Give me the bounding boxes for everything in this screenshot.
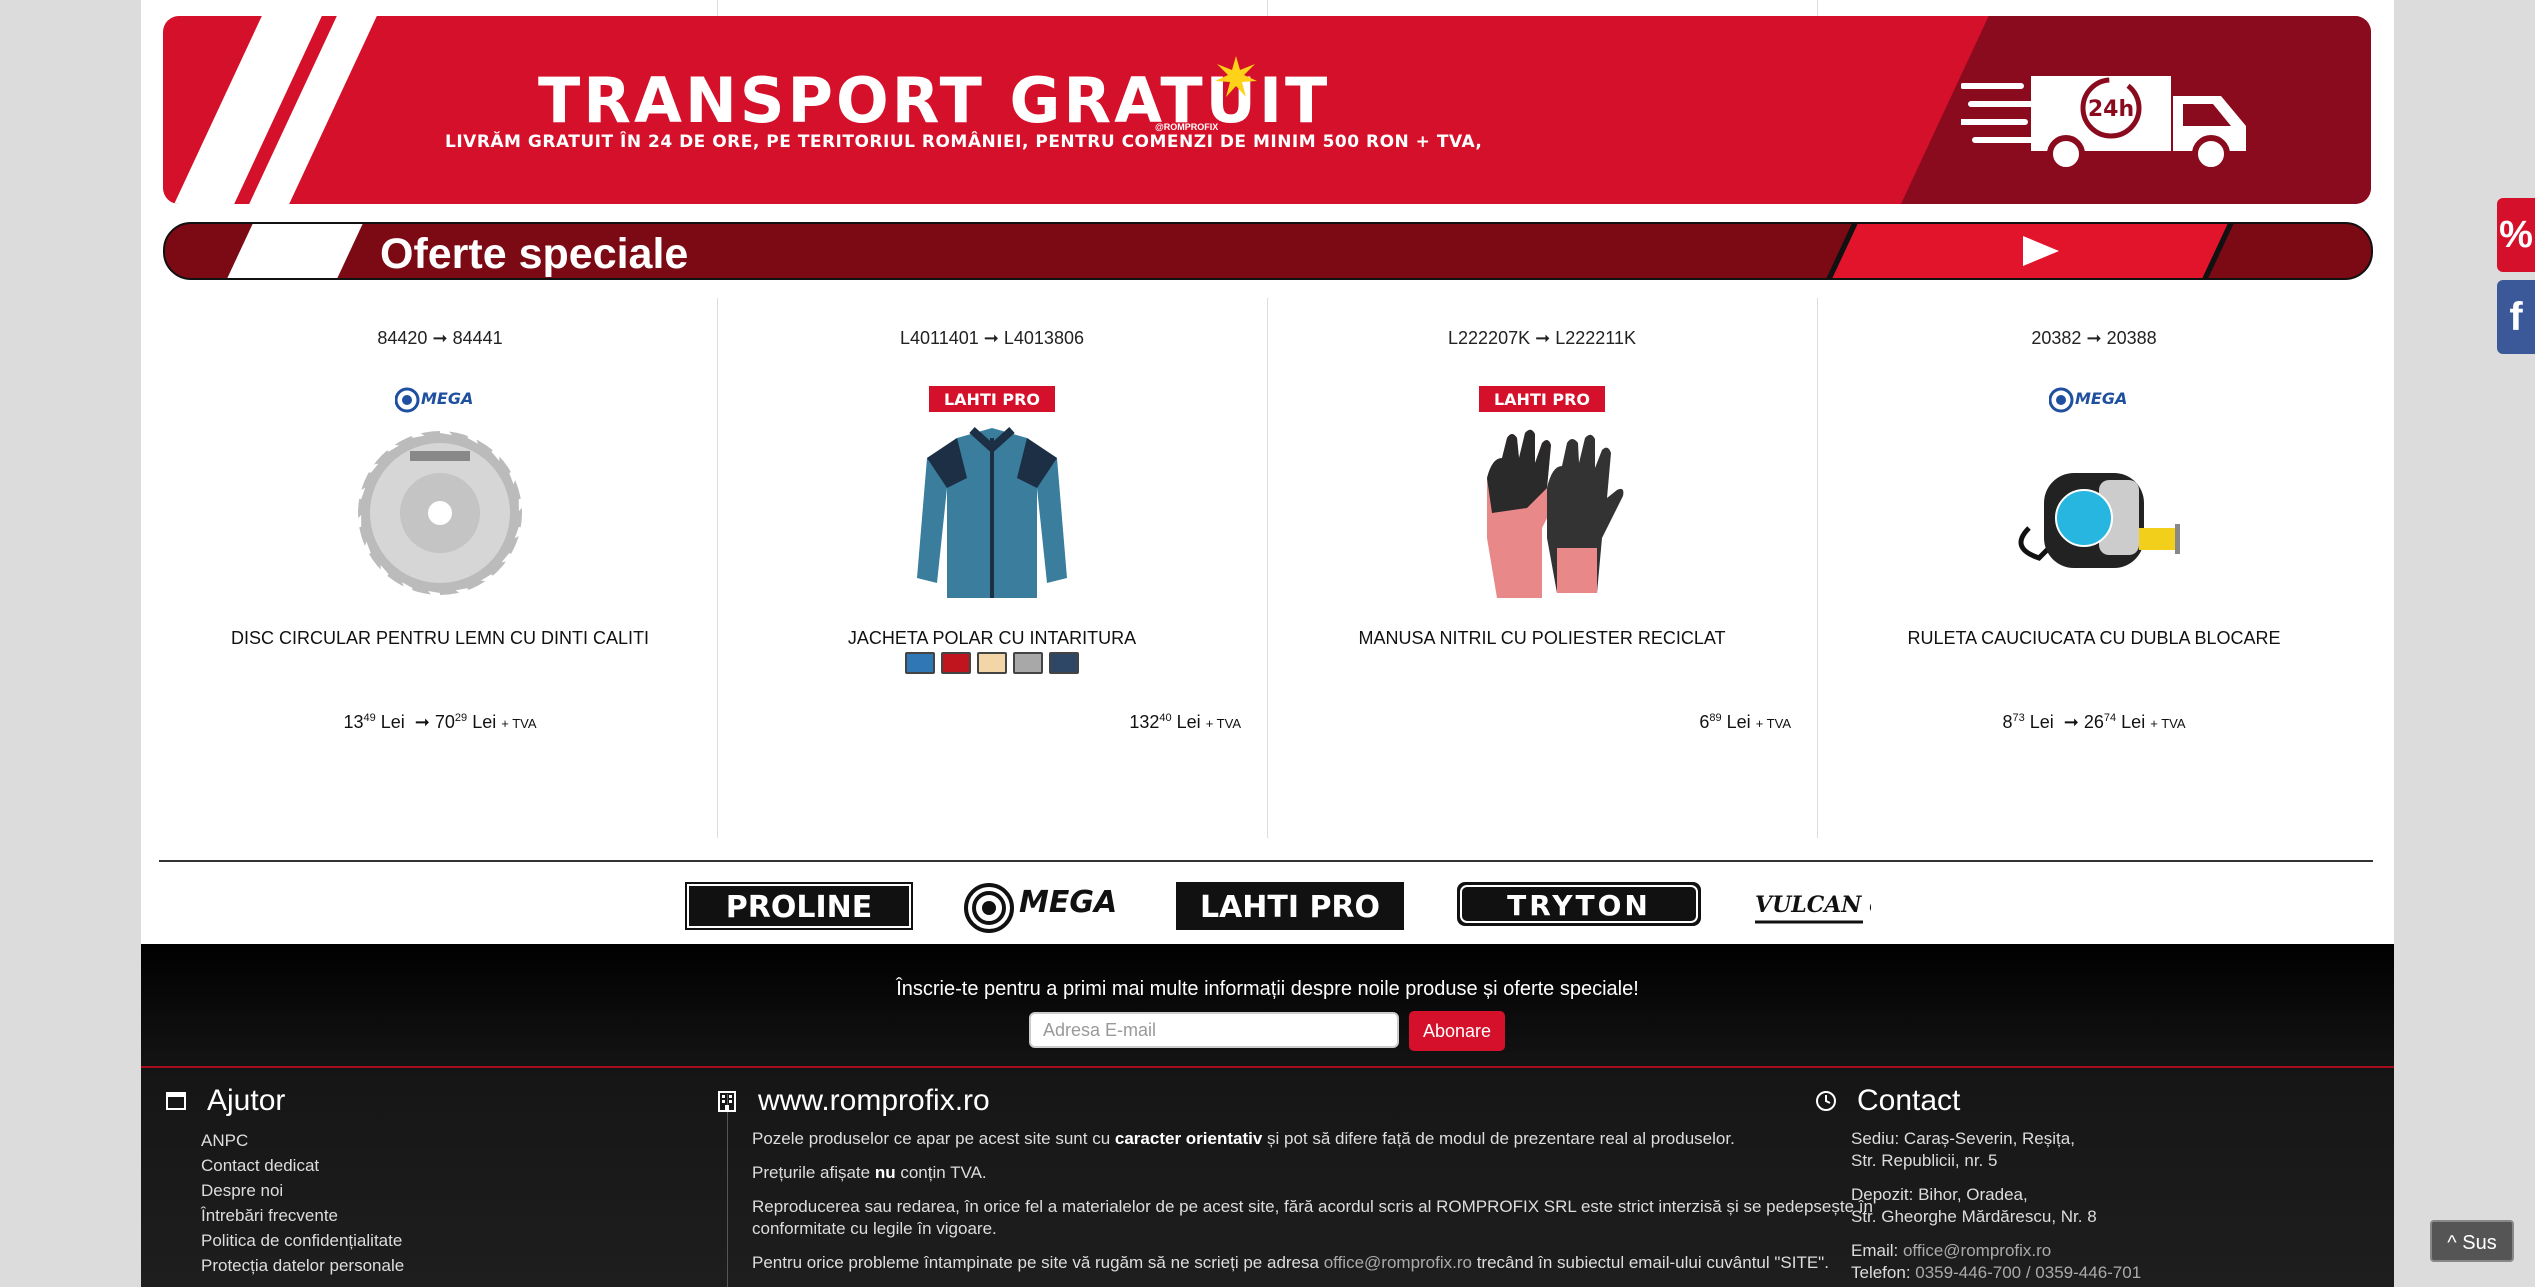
contact-phone[interactable]: 0359-446-700 / 0359-446-701 [1915,1263,2141,1282]
footer-link-contact[interactable]: Contact dedicat [201,1153,725,1178]
section-title: Oferte speciale [380,230,689,278]
header-stripe [227,224,363,278]
site-column: www.romprofix.ro Pozele produselor ce ap… [716,1084,1936,1286]
help-column: Ajutor ANPC Contact dedicat Despre noi Î… [165,1084,725,1278]
svg-text:LAHTI PRO: LAHTI PRO [1494,390,1590,409]
lahti-pro-logo: LAHTI PRO [929,386,1055,412]
banner-badge: 24h [2088,97,2134,122]
building-icon [718,1091,736,1112]
headquarters-address: Sediu: Caraș-Severin, Reșița, Str. Republ… [1851,1129,2075,1170]
color-swatch[interactable] [977,652,1007,674]
svg-text:MEGA: MEGA [2075,389,2127,408]
mega-logo: MEGA [2049,387,2127,413]
tape-measure-image [2018,473,2180,568]
color-swatch[interactable] [905,652,935,674]
newsletter-text: Înscrie-te pentru a primi mai multe info… [896,978,1639,1000]
window-icon [166,1092,186,1110]
chevron-up-icon: ^ [2447,1232,2457,1254]
svg-text:PROLINE: PROLINE [726,890,872,925]
footer: Înscrie-te pentru a primi mai multe info… [141,944,2394,1287]
lahti-pro-logo: LAHTI PRO [1479,386,1605,412]
fleece-jacket-image [917,427,1067,598]
product-name[interactable]: JACHETA POLAR CU INTARITURA [717,628,1267,649]
clock-icon [1816,1091,1836,1111]
vulcan-concept-logo[interactable]: VULCAN concept [1751,882,1871,932]
svg-text:VULCAN concept: VULCAN concept [1755,892,1871,918]
product-card[interactable]: L4011401 ➞ L4013806 LAHTI PRO JACHETA PO… [717,298,1267,838]
special-offers-header[interactable]: Oferte speciale [163,222,2373,280]
contact-email[interactable]: office@romprofix.ro [1903,1241,2051,1260]
help-title: Ajutor [207,1084,286,1117]
product-code-range: L222207K ➞ L222211K [1448,328,1636,348]
footer-link-privacy[interactable]: Politica de confidențialitate [201,1228,725,1253]
product-code-range: L4011401 ➞ L4013806 [900,328,1084,348]
lahti-pro-logo[interactable]: LAHTI PRO [1176,882,1404,930]
starburst-icon [1215,56,1257,97]
svg-text:TRYTON: TRYTON [1507,889,1651,922]
disclaimer-vat: Prețurile afișate nu conțin TVA. [752,1163,987,1182]
svg-text:MEGA: MEGA [421,389,473,408]
product-price: 13240 Lei + TVA [1129,712,1241,732]
color-swatches [717,652,1267,674]
saw-blade-image [349,421,531,605]
proline-logo[interactable]: PROLINE [685,882,913,930]
mega-logo[interactable]: MEGA [963,882,1133,934]
color-swatch[interactable] [1013,652,1043,674]
product-grid: 84420 ➞ 84441 MEGA DISC CIRCULAR PENTRU … [163,298,2371,838]
discount-tab[interactable]: % [2497,198,2535,272]
free-shipping-banner[interactable]: TRANSPORT GRATUIT @ROMPROFIX LIVRĂM GRAT… [163,16,2371,204]
svg-text:LAHTI PRO: LAHTI PRO [944,390,1040,409]
product-card[interactable]: 20382 ➞ 20388 MEGA RULETA CAUCIUCATA CU … [1817,298,2371,838]
product-price: 873 Lei ➞ 2674 Lei + TVA [2002,712,2186,732]
scroll-top-button[interactable]: ^ Sus [2430,1220,2514,1262]
footer-link-about[interactable]: Despre noi [201,1178,725,1203]
tryton-logo[interactable]: TRYTON [1457,882,1701,926]
page: TRANSPORT GRATUIT @ROMPROFIX LIVRĂM GRAT… [141,0,2394,1287]
color-swatch[interactable] [941,652,971,674]
nitrile-gloves-image [1487,429,1624,598]
svg-text:LAHTI PRO: LAHTI PRO [1200,890,1380,925]
product-price: 689 Lei + TVA [1699,712,1791,732]
banner-subtitle: LIVRĂM GRATUIT ÎN 24 DE ORE, PE TERITORI… [445,132,1483,152]
mega-logo: MEGA [395,387,473,413]
product-code-range: 84420 ➞ 84441 [377,328,503,348]
color-swatch[interactable] [1049,652,1079,674]
footer-divider [141,1066,2394,1068]
brand-logos: PROLINE MEGA LAHTI PRO TRYTON VULCAN con… [141,874,2394,944]
footer-link-anpc[interactable]: ANPC [201,1128,725,1153]
product-code-range: 20382 ➞ 20388 [2031,328,2157,348]
footer-link-faq[interactable]: Întrebări frecvente [201,1203,725,1228]
product-card[interactable]: L222207K ➞ L222211K LAHTI PRO MANUSA NIT… [1267,298,1817,838]
contact-details: Email: office@romprofix.ro Telefon: 0359-… [1851,1241,2142,1282]
scroll-top-label: Sus [2462,1232,2497,1254]
disclaimer-contact: Pentru orice probleme întampinate pe sit… [752,1253,1829,1272]
play-arrow-icon[interactable] [2023,236,2059,266]
banner-brand-tag: @ROMPROFIX [1155,122,1219,132]
disclaimer-copyright: Reproducerea sau redarea, în orice fel a… [752,1197,1873,1238]
contact-column: Contact Sediu: Caraș-Severin, Reșița, Str… [1815,1084,2375,1287]
subscribe-button[interactable]: Abonare [1409,1011,1505,1051]
warehouse-address: Depozit: Bihor, Oradea, Str. Gheorghe Măr… [1851,1185,2097,1226]
site-title: www.romprofix.ro [758,1084,990,1117]
email-link[interactable]: office@romprofix.ro [1324,1253,1472,1272]
product-card[interactable]: 84420 ➞ 84441 MEGA DISC CIRCULAR PENTRU … [163,298,717,838]
product-price: 1349 Lei ➞ 7029 Lei + TVA [343,712,537,732]
disclaimer-images: Pozele produselor ce apar pe acest site … [752,1129,1735,1148]
product-name[interactable]: DISC CIRCULAR PENTRU LEMN CU DINTI CALIT… [163,628,717,649]
delivery-truck-icon: 24h [1961,76,2246,173]
facebook-icon[interactable]: f [2497,280,2535,354]
contact-title: Contact [1857,1084,1961,1117]
svg-text:MEGA: MEGA [1019,885,1117,920]
footer-link-data-protection[interactable]: Protecția datelor personale [201,1253,725,1278]
product-name[interactable]: RULETA CAUCIUCATA CU DUBLA BLOCARE [1817,628,2371,649]
email-input[interactable]: Adresa E-mail [1029,1012,1399,1048]
product-name[interactable]: MANUSA NITRIL CU POLIESTER RECICLAT [1267,628,1817,649]
divider [159,860,2373,862]
